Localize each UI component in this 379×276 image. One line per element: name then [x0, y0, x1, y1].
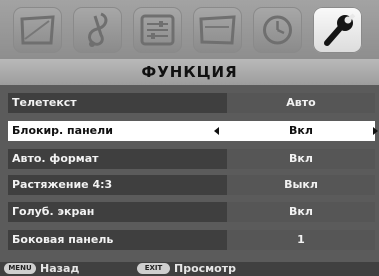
- row-value[interactable]: Вкл: [227, 121, 375, 141]
- page-title: ФУНКЦИЯ: [141, 63, 238, 81]
- menu-row-side-panel[interactable]: Боковая панель 1: [8, 230, 375, 250]
- row-value[interactable]: Вкл: [227, 149, 375, 169]
- row-label: Голуб. экран: [12, 205, 95, 218]
- menu-row-panel-lock[interactable]: Блокир. панели Вкл: [8, 121, 378, 141]
- menu-title-bar: ФУНКЦИЯ: [0, 59, 379, 85]
- menu-row-auto-format[interactable]: Авто. формат Вкл: [8, 149, 375, 169]
- tab-function[interactable]: [313, 7, 362, 53]
- row-label: Боковая панель: [12, 233, 114, 246]
- row-label: Растяжение 4:3: [12, 178, 113, 191]
- sound-note-icon: [88, 12, 108, 47]
- tab-screen[interactable]: [193, 7, 242, 53]
- menu-row-stretch-4-3[interactable]: Растяжение 4:3 Выкл: [8, 175, 375, 195]
- menu-row-teletext[interactable]: Телетекст Авто: [8, 93, 375, 113]
- row-value[interactable]: Выкл: [227, 175, 375, 195]
- clock-icon: [263, 15, 292, 45]
- menu-row-blue-screen[interactable]: Голуб. экран Вкл: [8, 202, 375, 222]
- row-value[interactable]: Авто: [227, 93, 375, 113]
- menu-key-badge[interactable]: MENU: [4, 263, 36, 274]
- menu-key-label: Назад: [40, 262, 80, 275]
- picture-icon: [20, 15, 55, 45]
- footer-hint-bar: MENU Назад EXIT Просмотр: [0, 262, 379, 276]
- row-value[interactable]: 1: [227, 230, 375, 250]
- settings-sliders-icon: [140, 14, 175, 46]
- tab-setup[interactable]: [133, 7, 182, 53]
- tab-picture[interactable]: [13, 7, 62, 53]
- arrow-left-icon[interactable]: [214, 127, 219, 135]
- row-label: Авто. формат: [12, 152, 99, 165]
- menu-tab-bar: [0, 0, 379, 59]
- exit-key-badge[interactable]: EXIT: [137, 263, 170, 274]
- tv-screen-icon: [199, 15, 236, 45]
- row-label: Телетекст: [12, 96, 77, 109]
- row-value[interactable]: Вкл: [227, 202, 375, 222]
- exit-key-label: Просмотр: [174, 262, 236, 275]
- tab-sound[interactable]: [73, 7, 122, 53]
- wrench-icon: [324, 13, 356, 46]
- tv-osd-menu: ФУНКЦИЯ Телетекст Авто Блокир. панели Вк…: [0, 0, 379, 276]
- tab-timer[interactable]: [253, 7, 302, 53]
- row-label: Блокир. панели: [12, 124, 113, 137]
- arrow-right-icon[interactable]: [373, 127, 378, 135]
